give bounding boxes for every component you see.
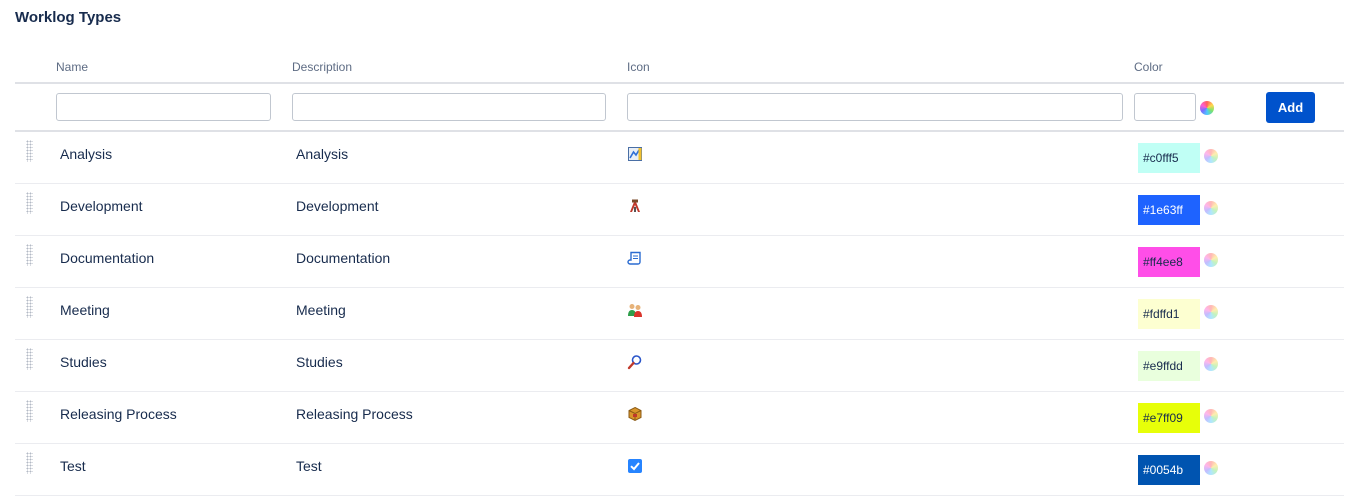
table-row: Documentation Documentation #ff4ee8 [15,236,1344,288]
row-name: Test [60,458,86,474]
row-description: Studies [296,354,343,370]
magnifier-icon [627,354,643,370]
column-header-description: Description [292,60,353,74]
table-row: Meeting Meeting #fdffd1 [15,288,1344,340]
color-picker-icon[interactable] [1204,357,1218,371]
color-picker-icon[interactable] [1204,253,1218,267]
color-picker-icon[interactable] [1204,305,1218,319]
add-button[interactable]: Add [1266,92,1315,123]
row-name: Analysis [60,146,113,162]
drag-handle-icon[interactable] [26,140,33,162]
color-swatch[interactable]: #fdffd1 [1138,299,1200,329]
scroll-icon [627,250,643,266]
color-picker-icon[interactable] [1200,101,1214,115]
color-swatch[interactable]: #e9ffdd [1138,351,1200,381]
color-swatch[interactable]: #1e63ff [1138,195,1200,225]
tools-icon [627,198,643,214]
color-picker-icon[interactable] [1204,201,1218,215]
column-header-icon: Icon [627,60,650,74]
column-header-color: Color [1134,60,1163,74]
row-name: Releasing Process [60,406,177,422]
table-row: Analysis Analysis #c0fff5 [15,132,1344,184]
people-icon [627,302,643,318]
row-description: Analysis [296,146,349,162]
color-picker-icon[interactable] [1204,149,1218,163]
drag-handle-icon[interactable] [26,400,33,422]
row-description: Test [296,458,322,474]
drag-handle-icon[interactable] [26,452,33,474]
icon-input[interactable] [627,93,1123,121]
drag-handle-icon[interactable] [26,296,33,318]
drag-handle-icon[interactable] [26,348,33,370]
color-swatch[interactable]: #ff4ee8 [1138,247,1200,277]
row-name: Studies [60,354,107,370]
color-picker-icon[interactable] [1204,409,1218,423]
drag-handle-icon[interactable] [26,244,33,266]
table-row: Releasing Process Releasing Process #e7ff0… [15,392,1344,444]
row-name: Meeting [60,302,110,318]
drag-handle-icon[interactable] [26,192,33,214]
row-description: Releasing Process [296,406,413,422]
checkbox-icon [627,458,643,474]
color-swatch[interactable]: #0054b [1138,455,1200,485]
row-description: Development [296,198,379,214]
color-swatch[interactable]: #e7ff09 [1138,403,1200,433]
header-divider [15,82,1344,84]
chart-document-icon [627,146,643,162]
color-input[interactable] [1134,93,1196,121]
row-description: Meeting [296,302,346,318]
column-header-name: Name [56,60,89,74]
color-picker-icon[interactable] [1204,461,1218,475]
package-icon [627,406,643,422]
row-name: Development [60,198,143,214]
row-name: Documentation [60,250,155,266]
description-input[interactable] [292,93,606,121]
row-description: Documentation [296,250,391,266]
page-title: Worklog Types [15,9,122,26]
table-row: Studies Studies #e9ffdd [15,340,1344,392]
table-row: Development Development #1e63ff [15,184,1344,236]
name-input[interactable] [56,93,271,121]
color-swatch[interactable]: #c0fff5 [1138,143,1200,173]
table-row: Test Test #0054b [15,444,1344,496]
